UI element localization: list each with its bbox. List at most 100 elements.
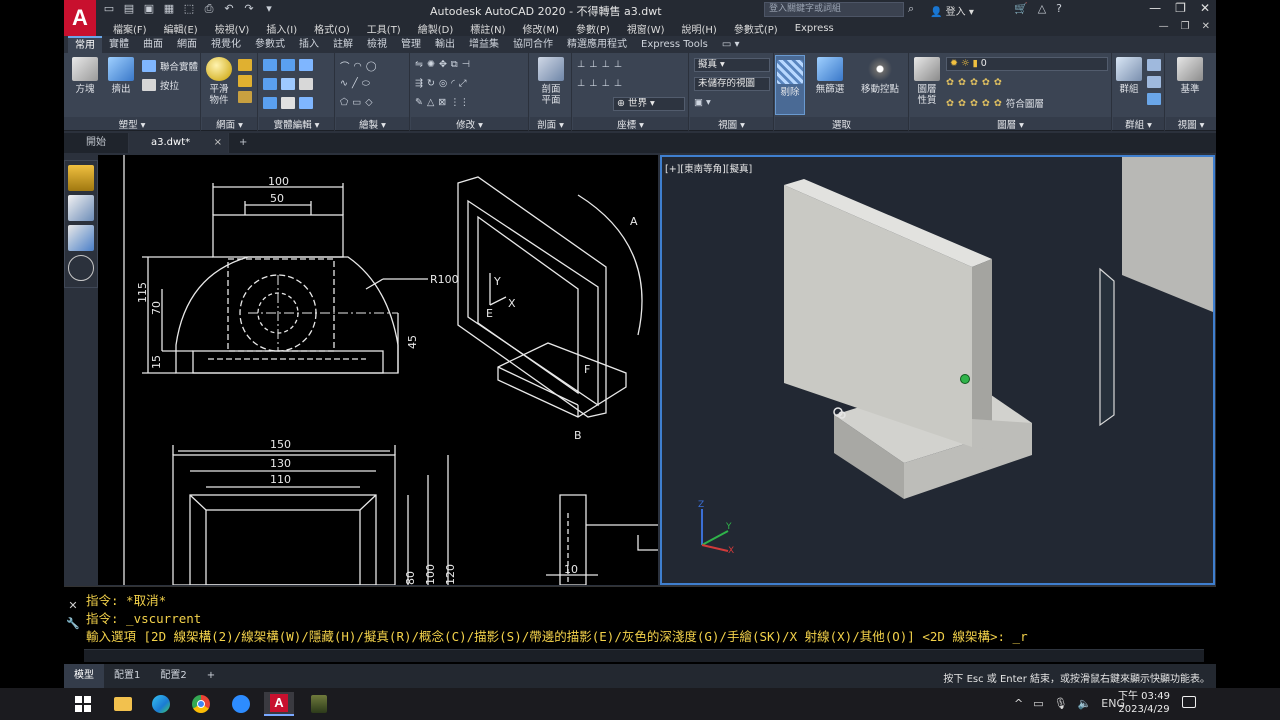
web-mobile-icon[interactable]: ⬚ bbox=[182, 2, 196, 16]
menu-dimension[interactable]: 標註(N) bbox=[470, 21, 505, 36]
layer-isolate-icon[interactable]: ✿ bbox=[958, 77, 966, 88]
file-explorer-button[interactable] bbox=[108, 692, 138, 716]
union-button[interactable]: 聯合實體 bbox=[142, 59, 198, 73]
copy-icon[interactable]: ⧉ bbox=[451, 59, 458, 70]
tab-surface[interactable]: 曲面 bbox=[136, 36, 170, 53]
tab-featured-apps[interactable]: 精選應用程式 bbox=[560, 36, 634, 53]
box-button[interactable]: 方塊 bbox=[70, 57, 100, 95]
menu-tools[interactable]: 工具(T) bbox=[367, 21, 401, 36]
ucs-y-icon[interactable]: ⊥ bbox=[602, 78, 610, 89]
recorder-button[interactable] bbox=[304, 692, 334, 716]
layer-unlock-icon[interactable]: ✿ bbox=[982, 98, 990, 109]
add-layout-button[interactable]: + bbox=[197, 664, 225, 688]
menu-help[interactable]: 說明(H) bbox=[682, 21, 717, 36]
mesh-smooth-less-icon[interactable] bbox=[238, 75, 252, 87]
offset-icon[interactable]: ◎ bbox=[439, 78, 447, 89]
intersect-icon[interactable] bbox=[281, 59, 295, 71]
rectangle-icon[interactable]: ▭ bbox=[352, 97, 361, 108]
erase-icon[interactable]: ✎ bbox=[415, 97, 423, 108]
tab-express-tools[interactable]: Express Tools bbox=[634, 36, 715, 53]
cart-icon[interactable]: 🛒 bbox=[1014, 2, 1028, 15]
chevron-up-icon[interactable]: ^ bbox=[1014, 697, 1023, 710]
search-input[interactable]: 登入關鍵字或詞組 bbox=[764, 2, 904, 17]
layer-current-icon[interactable]: ✿ bbox=[994, 77, 1002, 88]
region-icon[interactable]: ◇ bbox=[365, 97, 372, 108]
group-selection-icon[interactable] bbox=[1147, 93, 1161, 105]
zoom-app-button[interactable] bbox=[226, 692, 256, 716]
print-icon[interactable]: ⎙ bbox=[202, 2, 216, 16]
redo-icon[interactable]: ↷ bbox=[242, 2, 256, 16]
fillet-icon[interactable]: ◜ bbox=[451, 78, 455, 89]
doc-close-icon[interactable]: ✕ bbox=[1202, 21, 1210, 32]
visual-style-select[interactable]: 擬真 ▾ bbox=[694, 58, 770, 72]
menu-edit[interactable]: 編輯(E) bbox=[164, 21, 198, 36]
autocad-logo-button[interactable]: A bbox=[64, 0, 96, 36]
scale-icon[interactable]: ⤢ bbox=[459, 78, 467, 89]
tab-insert[interactable]: 插入 bbox=[292, 36, 326, 53]
ucs-3point-icon[interactable]: ⊥ bbox=[577, 78, 585, 89]
polyline-icon[interactable]: ⌒ bbox=[340, 59, 350, 73]
trim-icon[interactable]: ⊣ bbox=[462, 59, 470, 70]
clock[interactable]: 下午 03:49 2023/4/29 bbox=[1116, 690, 1172, 716]
ucs-world-icon[interactable]: ⊥ bbox=[589, 59, 597, 70]
move-icon[interactable]: ✥ bbox=[439, 59, 447, 70]
menu-format[interactable]: 格式(O) bbox=[314, 21, 350, 36]
smooth-object-button[interactable]: 平滑 物件 bbox=[204, 57, 234, 106]
open-file-icon[interactable]: ▤ bbox=[122, 2, 136, 16]
spline-icon[interactable]: ∿ bbox=[340, 78, 348, 89]
ucs-origin-icon[interactable]: ⊥ bbox=[602, 59, 610, 70]
extrude-button[interactable]: 擠出 bbox=[106, 57, 136, 95]
chrome-button[interactable] bbox=[186, 692, 216, 716]
volume-icon[interactable]: 🔈 bbox=[1078, 697, 1092, 710]
move-gizmo-button[interactable]: 移動控點 bbox=[857, 57, 903, 95]
qat-customize-icon[interactable]: ▾ bbox=[262, 2, 276, 16]
command-close-icon[interactable]: ✕ bbox=[64, 597, 82, 615]
culling-button[interactable]: 剔除 bbox=[775, 55, 805, 115]
viewport-config-button[interactable]: ▣ ▾ bbox=[694, 97, 711, 108]
ucs-x-icon[interactable]: ⊥ bbox=[589, 78, 597, 89]
layer-freeze-icon[interactable]: ✿ bbox=[970, 77, 978, 88]
fillet-edge-icon[interactable] bbox=[299, 97, 313, 109]
command-customize-icon[interactable]: 🔧 bbox=[64, 615, 82, 633]
tab-model[interactable]: 模型 bbox=[64, 664, 104, 688]
layer-thaw-icon[interactable]: ✿ bbox=[970, 98, 978, 109]
arc-icon[interactable]: ◠ bbox=[354, 61, 362, 72]
layer-properties-button[interactable]: 圖層 性質 bbox=[912, 57, 942, 106]
group-edit-icon[interactable] bbox=[1147, 76, 1161, 88]
ungroup-icon[interactable] bbox=[1147, 59, 1161, 71]
list-info-icon[interactable] bbox=[68, 225, 94, 251]
zoom-icon[interactable] bbox=[68, 255, 94, 281]
menu-modify[interactable]: 修改(M) bbox=[523, 21, 559, 36]
close-icon[interactable]: ✕ bbox=[1200, 1, 1210, 15]
tab-layout1[interactable]: 配置1 bbox=[104, 664, 150, 688]
mesh-smooth-more-icon[interactable] bbox=[238, 59, 252, 71]
ucs-view-icon[interactable]: ⊥ bbox=[614, 78, 622, 89]
doc-restore-icon[interactable]: ❐ bbox=[1181, 21, 1190, 32]
explode-icon[interactable]: ⊠ bbox=[438, 97, 446, 108]
close-tab-icon[interactable]: × bbox=[214, 133, 222, 153]
slice-icon[interactable] bbox=[263, 78, 277, 90]
align-icon[interactable]: ⇶ bbox=[415, 78, 423, 89]
measure-icon[interactable] bbox=[68, 165, 94, 191]
tab-collaborate[interactable]: 協同合作 bbox=[506, 36, 560, 53]
layer-on-icon[interactable]: ✿ bbox=[946, 98, 954, 109]
menu-parametric[interactable]: 參數式(P) bbox=[734, 21, 778, 36]
layer-select[interactable]: ✹ ☼ ▮ 0 bbox=[946, 57, 1108, 71]
menu-express[interactable]: Express bbox=[795, 23, 834, 34]
menu-insert[interactable]: 插入(I) bbox=[266, 21, 297, 36]
login-button[interactable]: 👤 登入 ▾ bbox=[930, 3, 974, 18]
tab-parametric[interactable]: 參數式 bbox=[248, 36, 292, 53]
properties-icon[interactable] bbox=[68, 195, 94, 221]
doc-minimize-icon[interactable]: — bbox=[1159, 21, 1169, 32]
layer-match-icon[interactable]: ✿ bbox=[994, 98, 1002, 109]
base-view-button[interactable]: 基準 bbox=[1172, 57, 1208, 95]
layer-unisolate-icon[interactable]: ✿ bbox=[958, 98, 966, 109]
restore-icon[interactable]: ❐ bbox=[1175, 1, 1186, 15]
new-tab-button[interactable]: + bbox=[229, 133, 257, 153]
network-icon[interactable]: ▭ bbox=[1033, 697, 1043, 710]
rotate-icon[interactable]: ↻ bbox=[427, 78, 435, 89]
shell-icon[interactable] bbox=[281, 97, 295, 109]
tab-solid[interactable]: 實體 bbox=[102, 36, 136, 53]
drawing-viewport-2d[interactable]: 100 50 R100 115 70 15 45 150 130 110 80 … bbox=[98, 155, 658, 585]
viewport-3d-realistic[interactable]: [+][東南等角][擬真] Z Y X bbox=[660, 155, 1215, 585]
